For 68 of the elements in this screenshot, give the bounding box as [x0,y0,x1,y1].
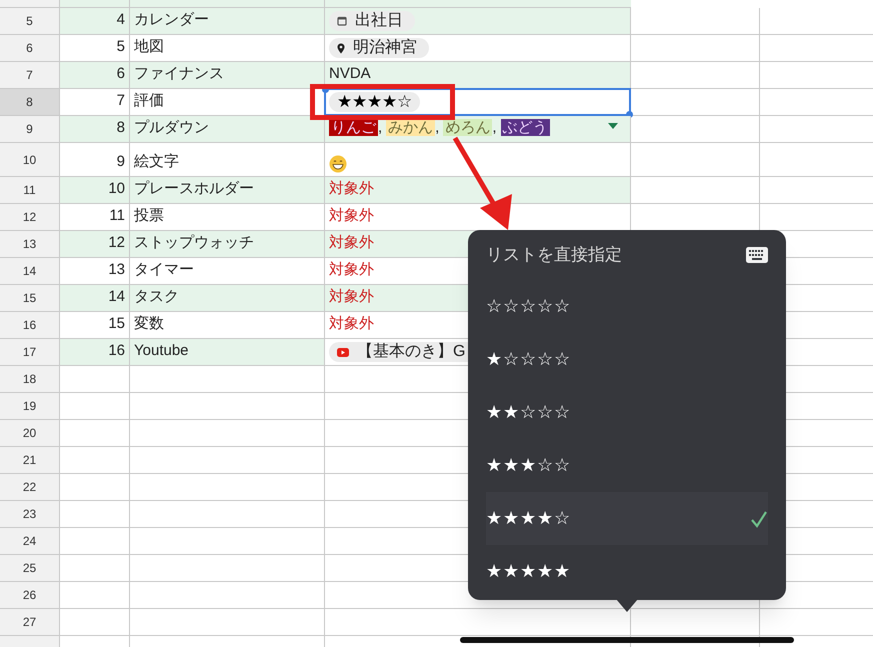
calendar-icon [337,16,347,26]
rating-option[interactable]: ★★★☆☆ [486,439,768,492]
row-header[interactable]: 17 [0,339,60,365]
name-cell: カレンダー [130,8,325,34]
name-cell: Youtube [130,339,325,365]
popup-title: リストを直接指定 [486,244,622,266]
comma-separator: , [378,118,382,138]
number-cell: 10 [60,177,130,203]
row-header[interactable]: 12 [0,204,60,230]
dropdown-chip: りんご [329,119,378,136]
value-cell-text: 対象外 [329,178,374,198]
row-header[interactable]: 13 [0,231,60,257]
number-cell: 14 [60,285,130,311]
comma-separator: , [435,118,440,138]
rating-option[interactable]: ★☆☆☆☆ [486,333,768,386]
dropdown-chip: めろん [443,119,492,136]
value-cell-text: 対象外 [329,286,374,306]
row-header[interactable]: 18 [0,366,60,392]
row-header[interactable]: 5 [0,8,60,34]
map-pin-icon [337,42,345,54]
row-header[interactable]: 16 [0,312,60,338]
row-header[interactable]: 11 [0,177,60,203]
row-header[interactable]: 23 [0,501,60,527]
row-header[interactable]: 9 [0,116,60,142]
dropdown-chip: みかん [386,119,436,136]
name-cell: プルダウン [130,116,325,142]
row-header[interactable]: 10 [0,143,60,176]
name-cell: タスク [130,285,325,311]
row-header[interactable]: 24 [0,528,60,554]
row-header[interactable]: 26 [0,582,60,608]
check-icon [750,510,768,528]
comma-separator: , [492,118,497,138]
row-header[interactable]: 27 [0,609,60,635]
row-header[interactable]: 22 [0,474,60,500]
smart-chip[interactable]: 出社日 [329,11,415,31]
keyboard-icon[interactable] [746,247,768,263]
dropdown-chip: ぶどう [500,119,550,136]
name-cell: ファイナンス [130,62,325,88]
row-header[interactable]: 7 [0,62,60,88]
row-header[interactable]: 21 [0,447,60,473]
value-cell-text: 対象外 [329,314,374,334]
rating-option[interactable]: ☆☆☆☆☆ [486,280,768,333]
value-cell-text: 対象外 [329,232,374,252]
row-header[interactable]: 8 [0,89,60,115]
rating-option[interactable]: ★★☆☆☆ [486,386,768,439]
dropdown-caret-icon[interactable] [608,123,618,130]
row-header[interactable]: 19 [0,393,60,419]
rating-option[interactable]: ★★★★★ [486,545,768,598]
name-cell: プレースホルダー [130,177,325,203]
number-cell: 12 [60,231,130,257]
row-header[interactable]: 20 [0,420,60,446]
smart-chip[interactable]: 明治神宮 [329,38,429,58]
value-cell-text: NVDA [329,64,371,84]
number-cell: 6 [60,62,130,88]
row-header[interactable]: 6 [0,35,60,61]
rating-option[interactable]: ★★★★☆ [486,492,768,545]
row-header[interactable]: 15 [0,285,60,311]
number-cell: 8 [60,116,130,142]
video-play-icon [337,348,349,356]
number-cell: 4 [60,8,130,34]
row-header[interactable]: 14 [0,258,60,284]
name-cell: ストップウォッチ [130,231,325,257]
value-cell-text: 対象外 [329,206,374,226]
grinning-face-icon [329,155,347,173]
rating-chip[interactable]: ★★★★☆ [329,92,420,112]
value-cell-text: 対象外 [329,260,374,280]
row-header[interactable]: 25 [0,555,60,581]
number-cell: 16 [60,339,130,365]
